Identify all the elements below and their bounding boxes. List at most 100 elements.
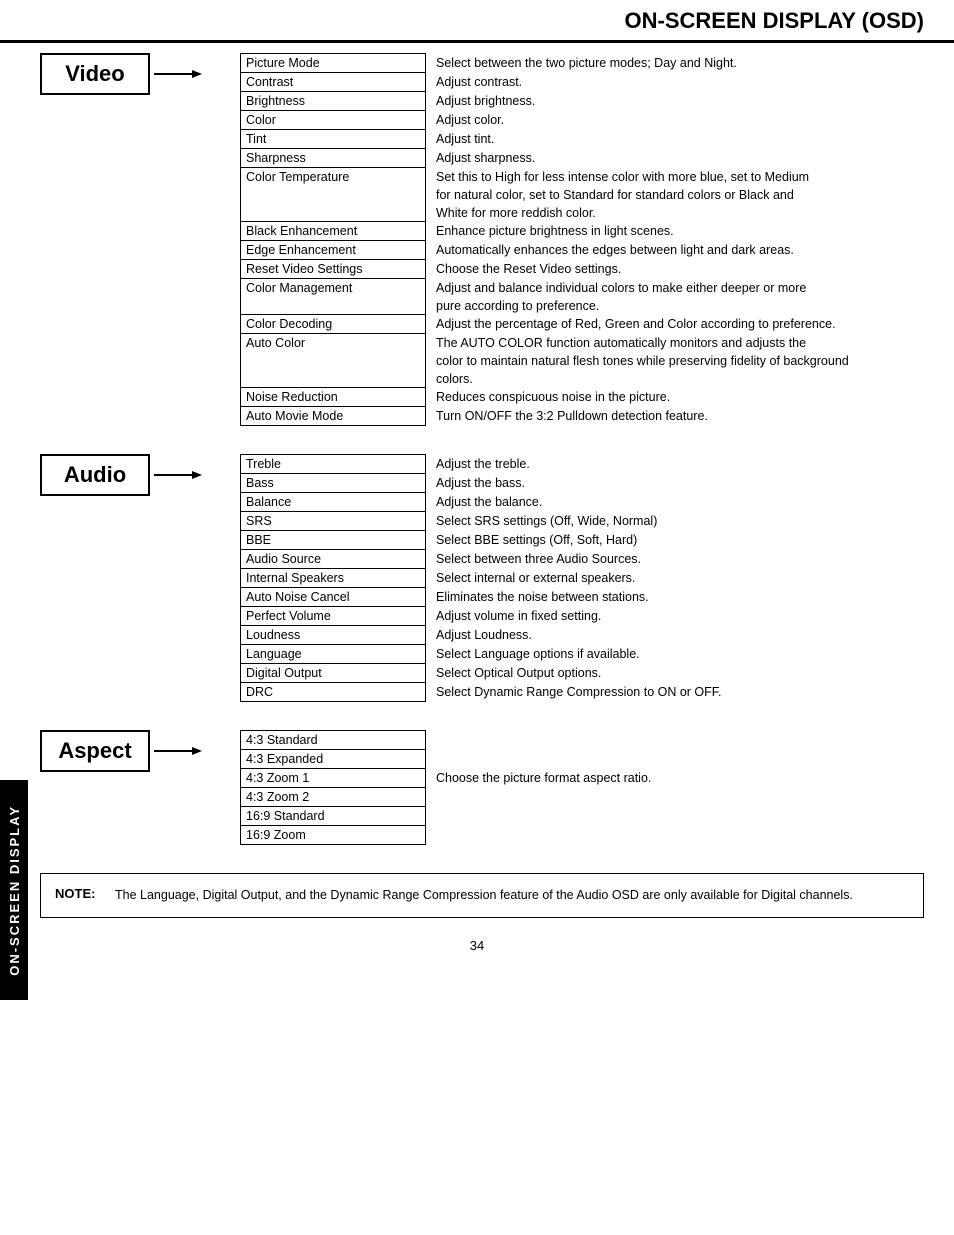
item-desc: White for more reddish color. [426, 204, 924, 222]
item-desc: Adjust tint. [426, 130, 924, 149]
item-desc: Select between three Audio Sources. [426, 550, 924, 569]
table-row: Picture Mode Select between the two pict… [241, 54, 924, 73]
table-row: Contrast Adjust contrast. [241, 73, 924, 92]
table-row: Auto Movie Mode Turn ON/OFF the 3:2 Pull… [241, 407, 924, 426]
item-name: Loudness [241, 626, 426, 645]
item-desc: Turn ON/OFF the 3:2 Pulldown detection f… [426, 407, 924, 426]
aspect-section: Aspect 4:3 Standard 4:3 Expanded [40, 730, 924, 845]
item-name: Brightness [241, 92, 426, 111]
video-section: Video Picture Mode Select between the tw… [40, 53, 924, 426]
item-desc: Adjust and balance individual colors to … [426, 279, 924, 297]
video-label: Video [40, 53, 150, 95]
item-name: 4:3 Zoom 1 [241, 769, 426, 788]
aspect-table: 4:3 Standard 4:3 Expanded 4:3 Zoom 1 Cho… [240, 730, 924, 845]
table-row: Color Adjust color. [241, 111, 924, 130]
item-desc: for natural color, set to Standard for s… [426, 186, 924, 204]
item-desc: Set this to High for less intense color … [426, 168, 924, 186]
table-row: Digital Output Select Optical Output opt… [241, 664, 924, 683]
item-desc: Enhance picture brightness in light scen… [426, 222, 924, 241]
item-desc: colors. [426, 370, 924, 388]
table-row: Auto Color The AUTO COLOR function autom… [241, 334, 924, 352]
item-desc: Adjust the bass. [426, 474, 924, 493]
item-name: SRS [241, 512, 426, 531]
item-desc: Adjust Loudness. [426, 626, 924, 645]
item-desc: Adjust volume in fixed setting. [426, 607, 924, 626]
item-desc: Choose the Reset Video settings. [426, 260, 924, 279]
item-name: Bass [241, 474, 426, 493]
side-tab-text: ON-SCREEN DISPLAY [7, 805, 22, 976]
item-desc: Select Language options if available. [426, 645, 924, 664]
item-desc: Adjust the treble. [426, 455, 924, 474]
table-row: Bass Adjust the bass. [241, 474, 924, 493]
item-desc: Select BBE settings (Off, Soft, Hard) [426, 531, 924, 550]
arrow-right-icon [154, 66, 202, 82]
table-row: Audio Source Select between three Audio … [241, 550, 924, 569]
table-row: Noise Reduction Reduces conspicuous nois… [241, 388, 924, 407]
item-desc: color to maintain natural flesh tones wh… [426, 352, 924, 370]
item-name: 4:3 Expanded [241, 750, 426, 769]
item-desc: Eliminates the noise between stations. [426, 588, 924, 607]
content-area: Video Picture Mode Select between the tw… [0, 53, 954, 845]
item-name: Auto Color [241, 334, 426, 388]
item-name: DRC [241, 683, 426, 702]
video-table-wrap: Picture Mode Select between the two pict… [240, 53, 924, 426]
table-row: Sharpness Adjust sharpness. [241, 149, 924, 168]
table-row: Brightness Adjust brightness. [241, 92, 924, 111]
item-name: Balance [241, 493, 426, 512]
table-row: Loudness Adjust Loudness. [241, 626, 924, 645]
video-label-wrap: Video [40, 53, 240, 95]
table-row: Language Select Language options if avai… [241, 645, 924, 664]
aspect-label: Aspect [40, 730, 150, 772]
item-desc [426, 731, 924, 750]
item-name: Contrast [241, 73, 426, 92]
item-desc [426, 750, 924, 769]
table-row: BBE Select BBE settings (Off, Soft, Hard… [241, 531, 924, 550]
item-name: Auto Movie Mode [241, 407, 426, 426]
item-desc: Reduces conspicuous noise in the picture… [426, 388, 924, 407]
item-desc: Adjust sharpness. [426, 149, 924, 168]
audio-label: Audio [40, 454, 150, 496]
item-desc: Adjust contrast. [426, 73, 924, 92]
table-row: 4:3 Zoom 2 [241, 788, 924, 807]
item-name: Sharpness [241, 149, 426, 168]
table-row: 4:3 Expanded [241, 750, 924, 769]
item-name: Edge Enhancement [241, 241, 426, 260]
item-name: 16:9 Zoom [241, 826, 426, 845]
table-row: Color Management Adjust and balance indi… [241, 279, 924, 297]
table-row: 16:9 Standard [241, 807, 924, 826]
item-name: Treble [241, 455, 426, 474]
item-desc: pure according to preference. [426, 297, 924, 315]
note-text: The Language, Digital Output, and the Dy… [115, 886, 853, 905]
item-name: Tint [241, 130, 426, 149]
item-desc: Select Dynamic Range Compression to ON o… [426, 683, 924, 702]
table-row: Balance Adjust the balance. [241, 493, 924, 512]
table-row: 4:3 Zoom 1 Choose the picture format asp… [241, 769, 924, 788]
table-row: Color Temperature Set this to High for l… [241, 168, 924, 186]
item-desc [426, 788, 924, 807]
audio-label-wrap: Audio [40, 454, 240, 496]
item-desc: Automatically enhances the edges between… [426, 241, 924, 260]
item-name: Picture Mode [241, 54, 426, 73]
item-name: Color [241, 111, 426, 130]
table-row: Edge Enhancement Automatically enhances … [241, 241, 924, 260]
aspect-arrow [154, 743, 202, 759]
item-desc: Select Optical Output options. [426, 664, 924, 683]
table-row: DRC Select Dynamic Range Compression to … [241, 683, 924, 702]
page-title: ON-SCREEN DISPLAY (OSD) [625, 8, 925, 33]
item-desc: Adjust the percentage of Red, Green and … [426, 315, 924, 334]
item-name: Auto Noise Cancel [241, 588, 426, 607]
video-arrow [154, 66, 202, 82]
item-desc: Adjust color. [426, 111, 924, 130]
page-number: 34 [0, 938, 954, 963]
table-row: Perfect Volume Adjust volume in fixed se… [241, 607, 924, 626]
item-desc: Adjust the balance. [426, 493, 924, 512]
item-name: Perfect Volume [241, 607, 426, 626]
arrow-right-icon [154, 743, 202, 759]
audio-section: Audio Treble Adjust the treble. Bass Ad [40, 454, 924, 702]
item-name: BBE [241, 531, 426, 550]
table-row: Black Enhancement Enhance picture bright… [241, 222, 924, 241]
side-tab: ON-SCREEN DISPLAY [0, 780, 28, 1000]
table-row: 4:3 Standard [241, 731, 924, 750]
aspect-label-wrap: Aspect [40, 730, 240, 772]
item-desc: Adjust brightness. [426, 92, 924, 111]
